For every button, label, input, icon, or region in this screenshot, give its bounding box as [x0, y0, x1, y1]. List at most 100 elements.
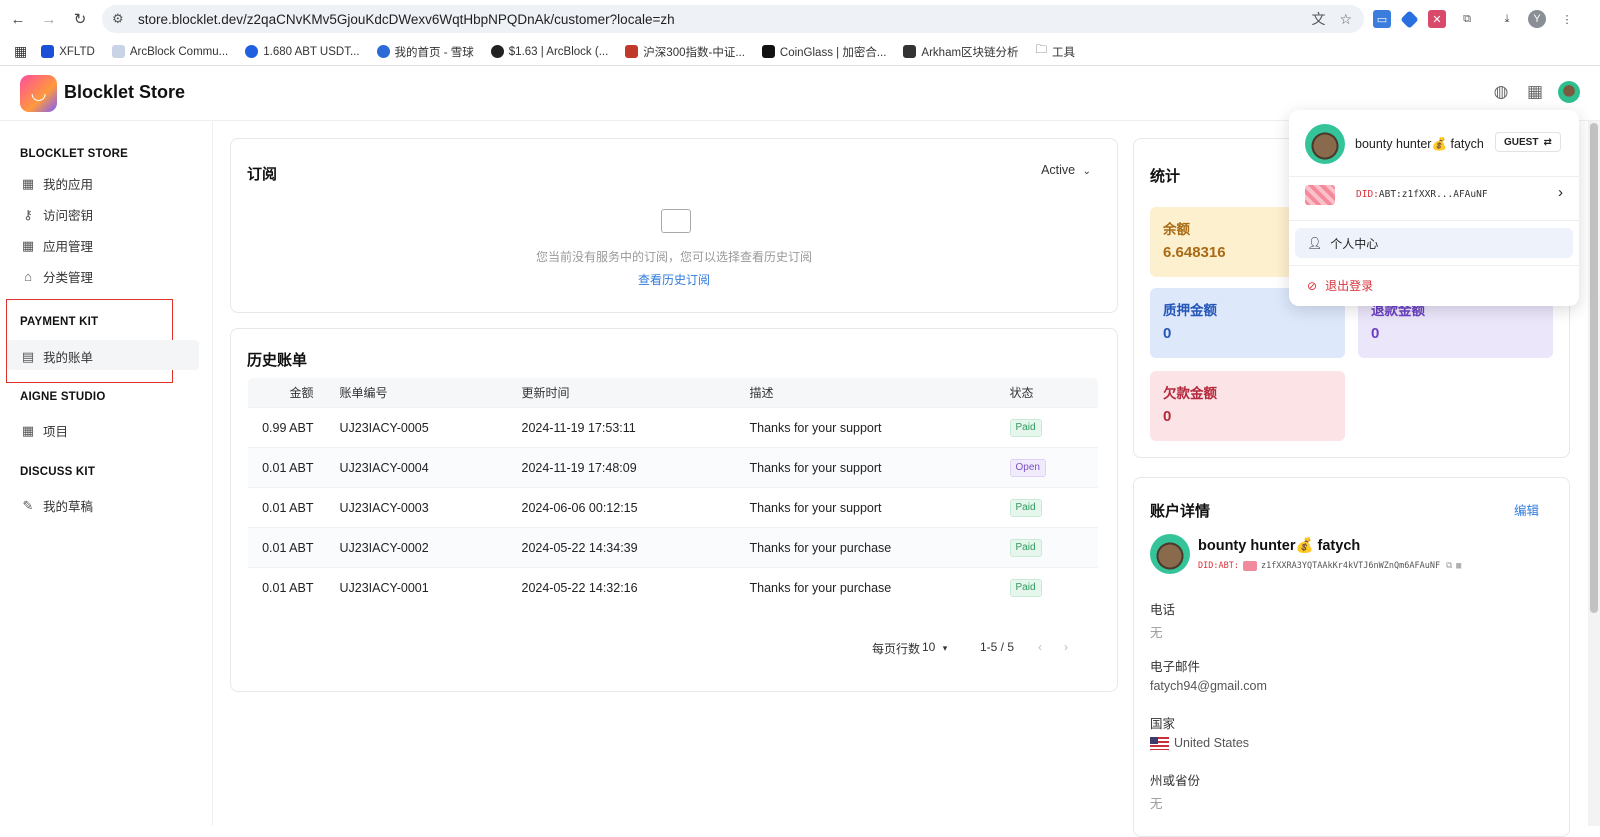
forward-icon[interactable]: → [36, 6, 62, 32]
column-header[interactable]: 状态 [1009, 378, 1098, 408]
address-bar[interactable]: ⚙ store.blocklet.dev/z2qaCNvKMv5GjouKdcD… [102, 5, 1364, 33]
site-settings-icon[interactable]: ⚙ [112, 11, 130, 27]
amount-cell: 0.99 ABT [248, 407, 340, 448]
user-avatar [1150, 534, 1190, 574]
pagination-range: 1-5 / 5 [980, 640, 1015, 654]
switch-role-button[interactable]: GUEST ⇄ [1495, 132, 1561, 152]
extension-icon[interactable]: ✕ [1428, 10, 1446, 28]
download-icon[interactable]: ⤓ [1498, 10, 1516, 28]
sidebar-item-my-invoices[interactable]: ▤ 我的账单 [20, 347, 93, 366]
bookmark-item[interactable]: 1.680 ABT USDT... [245, 45, 360, 58]
receipt-icon: ▤ [21, 348, 35, 364]
folder-icon: 🗀 [1035, 44, 1048, 56]
subscriptions-title: 订阅 [247, 166, 278, 183]
column-header[interactable]: 金额 [248, 378, 340, 408]
profile-center-item[interactable]: 👤︎ 个人中心 [1295, 228, 1573, 258]
user-icon: 👤︎ [1307, 236, 1323, 250]
edit-button[interactable]: 编辑 [1514, 500, 1539, 519]
brand-name[interactable]: Blocklet Store [64, 82, 185, 103]
updated-time-cell: 2024-11-19 17:53:11 [521, 407, 750, 448]
key-icon: ⚷ [23, 206, 33, 222]
invoice-number-cell[interactable]: UJ23IACY-0001 [339, 567, 522, 607]
sidebar-item-my-apps[interactable]: ▦ 我的应用 [20, 174, 93, 193]
apps-grid-icon[interactable]: ▦ [14, 43, 27, 60]
view-history-link[interactable]: 查看历史订阅 [231, 271, 1117, 288]
amount-cell: 0.01 ABT [248, 567, 340, 607]
table-row[interactable]: 0.01 ABT UJ23IACY-0004 2024-11-19 17:48:… [248, 447, 1098, 488]
user-avatar[interactable] [1558, 81, 1580, 103]
column-header[interactable]: 更新时间 [521, 378, 750, 408]
rows-per-page-select[interactable]: 10 ▾ [922, 640, 947, 654]
invoices-title: 历史账单 [247, 352, 308, 369]
description-cell: Thanks for your support [749, 447, 1010, 488]
table-row[interactable]: 0.01 ABT UJ23IACY-0002 2024-05-22 14:34:… [248, 527, 1098, 568]
sidebar-item-categories[interactable]: ⌂ 分类管理 [20, 267, 93, 286]
bookmark-folder[interactable]: 🗀 工具 [1036, 42, 1076, 61]
bookmark-item[interactable]: $1.63 | ArcBlock (... [490, 45, 608, 58]
account-title: 账户详情 [1150, 503, 1211, 520]
profile-avatar[interactable]: Y [1528, 10, 1546, 28]
invoice-number-cell[interactable]: UJ23IACY-0005 [339, 407, 522, 448]
bookmark-item[interactable]: CoinGlass | 加密合... [761, 44, 886, 60]
updated-time-cell: 2024-05-22 14:34:39 [521, 527, 750, 568]
status-filter-select[interactable]: Active ⌄ [1041, 163, 1091, 177]
blocklet-store-logo[interactable]: ◡ [20, 75, 57, 112]
caret-down-icon: ▾ [942, 643, 948, 653]
bookmark-item[interactable]: ArcBlock Commu... [111, 45, 228, 58]
sidebar-section-title: AIGNE STUDIO [20, 391, 106, 403]
sidebar-item-app-management[interactable]: ▦ 应用管理 [20, 236, 93, 255]
bookmarks-bar: ▦ XFLTD ArcBlock Commu... 1.680 ABT USDT… [0, 38, 1600, 66]
logout-icon: ⊘ [1307, 278, 1318, 293]
sidebar-section-title: BLOCKLET STORE [20, 148, 129, 160]
account-details-card: 账户详情 编辑 bounty hunter💰 fatych DID:ABT: z… [1133, 477, 1570, 837]
pen-icon: ✎ [22, 497, 34, 513]
due-stat: 欠款金额 0 [1150, 371, 1345, 441]
sidebar-item-drafts[interactable]: ✎ 我的草稿 [20, 496, 93, 515]
back-icon[interactable]: ← [5, 6, 31, 32]
table-row[interactable]: 0.01 ABT UJ23IACY-0003 2024-06-06 00:12:… [248, 487, 1098, 528]
bookmark-item[interactable]: XFLTD [41, 45, 95, 58]
stat-label: 欠款金额 [1163, 386, 1217, 401]
invoice-number-cell[interactable]: UJ23IACY-0002 [339, 527, 522, 568]
reload-icon[interactable]: ↻ [67, 6, 93, 32]
page-scrollbar[interactable] [1588, 121, 1600, 826]
puzzle-icon[interactable]: ⧉ [1458, 10, 1476, 28]
sidebar: BLOCKLET STORE ▦ 我的应用 ⚷ 访问密钥 ▦ 应用管理 ⌂ 分类管理 P… [0, 122, 213, 826]
scrollbar-thumb[interactable] [1590, 123, 1598, 613]
menu-icon[interactable]: ⋮ [1558, 10, 1576, 28]
table-row[interactable]: 0.01 ABT UJ23IACY-0001 2024-05-22 14:32:… [248, 567, 1098, 607]
sidebar-section-title: DISCUSS KIT [20, 466, 96, 478]
invoice-number-cell[interactable]: UJ23IACY-0004 [339, 447, 522, 488]
updated-time-cell: 2024-06-06 00:12:15 [521, 487, 750, 528]
description-cell: Thanks for your support [749, 487, 1010, 528]
extension-icon[interactable]: ▭ [1373, 10, 1391, 28]
qrcode-icon[interactable]: ▦ [1456, 561, 1461, 571]
sidebar-item-projects[interactable]: ▦ 项目 [20, 421, 68, 440]
logout-item[interactable]: ⊘ 退出登录 [1307, 277, 1373, 294]
invoice-number-cell[interactable]: UJ23IACY-0003 [339, 487, 522, 528]
did-row[interactable]: DID:ABT:z1fXXR...AFAuNF [1356, 189, 1488, 200]
status-badge: Open [1009, 458, 1046, 477]
status-badge: Paid [1009, 538, 1042, 557]
language-globe-icon[interactable]: ◍ [1490, 81, 1512, 103]
prev-page-icon[interactable]: ‹ [1038, 640, 1042, 654]
bookmark-item[interactable]: Arkham区块链分析 [903, 44, 1019, 60]
grid-icon: ▦ [21, 237, 35, 253]
translate-icon[interactable]: 文 [1311, 9, 1325, 29]
extension-icon[interactable] [1400, 9, 1419, 29]
sidebar-item-access-keys[interactable]: ⚷ 访问密钥 [20, 205, 93, 224]
column-header[interactable]: 描述 [749, 378, 1010, 408]
apps-grid-icon[interactable]: ▦ [1524, 81, 1546, 103]
status-badge: Paid [1009, 498, 1042, 517]
bookmark-item[interactable]: 我的首页 - 雪球 [376, 44, 474, 60]
user-avatar [1305, 124, 1345, 164]
column-header[interactable]: 账单编号 [339, 378, 522, 408]
bookmark-item[interactable]: 沪深300指数-中证... [625, 44, 745, 60]
bookmark-star-icon[interactable]: ☆ [1339, 11, 1352, 28]
next-page-icon[interactable]: › [1064, 640, 1068, 654]
chevron-right-icon[interactable]: › [1558, 184, 1563, 201]
copy-icon[interactable]: ⧉ [1446, 561, 1452, 571]
rows-per-page-label: 每页行数 [872, 642, 921, 656]
browser-toolbar: ← → ↻ ⚙ store.blocklet.dev/z2qaCNvKMv5Gj… [0, 0, 1600, 38]
table-row[interactable]: 0.99 ABT UJ23IACY-0005 2024-11-19 17:53:… [248, 407, 1098, 448]
